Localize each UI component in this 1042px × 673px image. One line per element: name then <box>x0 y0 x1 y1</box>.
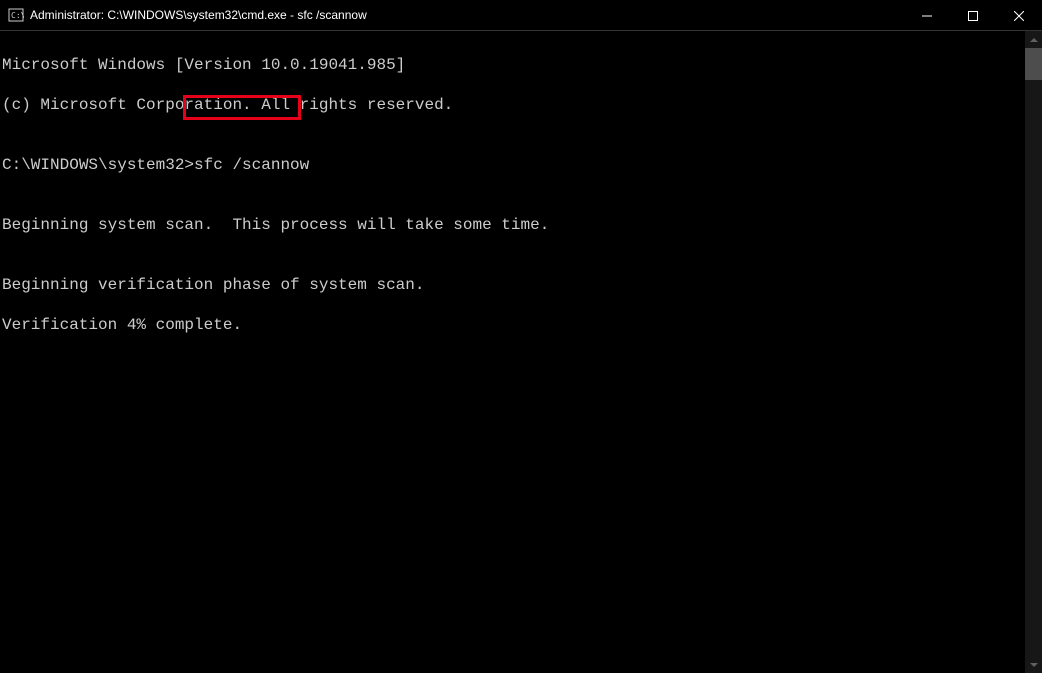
prompt-path: C:\WINDOWS\system32> <box>2 156 194 174</box>
vertical-scrollbar[interactable] <box>1025 31 1042 673</box>
window-title: Administrator: C:\WINDOWS\system32\cmd.e… <box>30 8 904 22</box>
close-button[interactable] <box>996 0 1042 31</box>
window-controls <box>904 0 1042 30</box>
scroll-down-arrow-icon[interactable] <box>1025 656 1042 673</box>
output-line: Beginning system scan. This process will… <box>2 215 1023 235</box>
prompt-line: C:\WINDOWS\system32>sfc /scannow <box>2 155 1023 175</box>
scroll-thumb[interactable] <box>1025 48 1042 80</box>
scroll-up-arrow-icon[interactable] <box>1025 31 1042 48</box>
output-line: Microsoft Windows [Version 10.0.19041.98… <box>2 55 1023 75</box>
command-text: sfc /scannow <box>194 156 309 174</box>
output-line: Beginning verification phase of system s… <box>2 275 1023 295</box>
minimize-button[interactable] <box>904 0 950 31</box>
maximize-button[interactable] <box>950 0 996 31</box>
cmd-icon: C:\ <box>8 7 24 23</box>
svg-text:C:\: C:\ <box>11 11 24 20</box>
terminal-output: Microsoft Windows [Version 10.0.19041.98… <box>0 31 1025 673</box>
output-line: (c) Microsoft Corporation. All rights re… <box>2 95 1023 115</box>
terminal-area[interactable]: Microsoft Windows [Version 10.0.19041.98… <box>0 31 1042 673</box>
output-line: Verification 4% complete. <box>2 315 1023 335</box>
titlebar[interactable]: C:\ Administrator: C:\WINDOWS\system32\c… <box>0 0 1042 31</box>
